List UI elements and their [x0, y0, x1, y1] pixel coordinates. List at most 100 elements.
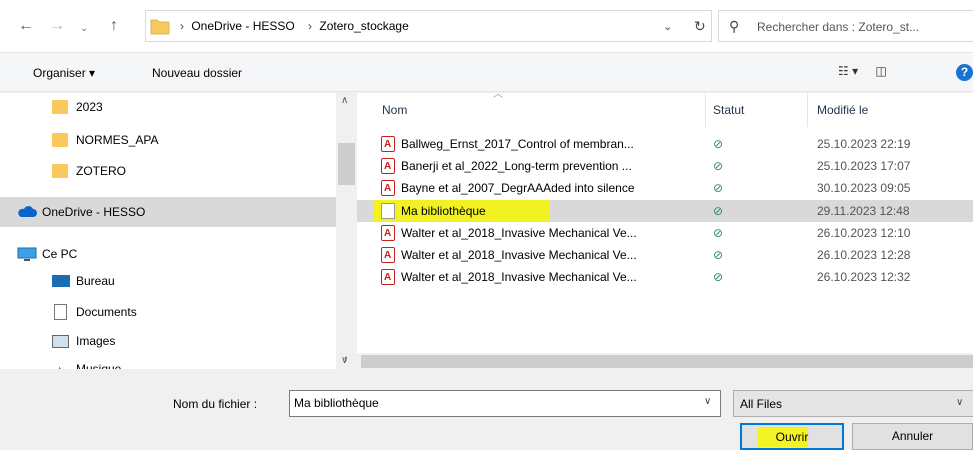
- file-name: Walter et al_2018_Invasive Mechanical Ve…: [401, 226, 637, 240]
- view-controls: ☷ ▾ ◫: [838, 64, 901, 78]
- pdf-icon: [381, 223, 395, 245]
- scrollbar-thumb[interactable]: [361, 355, 973, 368]
- open-button[interactable]: Ouvrir: [740, 423, 844, 450]
- command-bar: Organiser ▾ Nouveau dossier ☷ ▾ ◫ ?: [0, 52, 973, 92]
- open-button-label: Ouvrir: [775, 430, 809, 444]
- column-divider[interactable]: [705, 93, 706, 127]
- search-icon: ⚲: [729, 18, 740, 34]
- nav-item-label: 2023: [76, 100, 103, 114]
- file-modified: 26.10.2023 12:28: [817, 248, 911, 262]
- folder-icon: [52, 133, 68, 147]
- pdf-icon: [381, 178, 395, 200]
- chevron-down-icon[interactable]: ⌄: [663, 20, 672, 33]
- nav-item-musique[interactable]: ♪ Musique: [0, 355, 336, 369]
- file-name: Walter et al_2018_Invasive Mechanical Ve…: [401, 270, 637, 284]
- nav-item-label: ZOTERO: [76, 164, 126, 178]
- nav-item-label: Musique: [76, 362, 122, 369]
- music-icon: ♪: [56, 356, 63, 369]
- recent-dropdown-icon[interactable]: ⌄: [80, 19, 88, 39]
- file-row[interactable]: Walter et al_2018_Invasive Mechanical Ve…: [357, 222, 973, 245]
- column-header-modified[interactable]: Modifié le: [817, 93, 868, 127]
- refresh-icon[interactable]: ↻: [694, 18, 706, 35]
- file-type-value: All Files: [740, 397, 783, 411]
- chevron-down-icon: ∨: [956, 397, 964, 408]
- navigation-pane: 2023 NORMES_APA ZOTERO OneDrive - HESSO …: [0, 93, 357, 369]
- cancel-button[interactable]: Annuler: [852, 423, 973, 450]
- nav-item-label: OneDrive - HESSO: [42, 205, 146, 219]
- nav-item-images[interactable]: Images: [0, 327, 336, 355]
- file-modified: 25.10.2023 22:19: [817, 137, 911, 151]
- document-icon: [54, 304, 67, 320]
- address-bar[interactable]: › OneDrive - HESSO › Zotero_stockage ⌄ ↻: [145, 10, 712, 42]
- back-icon[interactable]: ←: [18, 16, 34, 36]
- pdf-icon: [381, 156, 395, 178]
- scroll-up-icon[interactable]: ∧: [341, 95, 348, 106]
- breadcrumb-item[interactable]: OneDrive - HESSO: [191, 19, 294, 33]
- sync-check-icon: ⊘: [713, 248, 724, 262]
- nav-item-label: Bureau: [76, 274, 115, 288]
- pdf-icon: [381, 134, 395, 156]
- nav-item-bureau[interactable]: Bureau: [0, 267, 336, 295]
- sort-arrow-icon: ︿: [493, 89, 503, 100]
- file-name: Walter et al_2018_Invasive Mechanical Ve…: [401, 248, 637, 262]
- file-modified: 26.10.2023 12:10: [817, 226, 911, 240]
- forward-icon[interactable]: →: [49, 16, 65, 36]
- nav-item-documents[interactable]: Documents: [0, 298, 336, 326]
- view-options-icon[interactable]: ☷ ▾: [838, 64, 858, 78]
- file-modified: 26.10.2023 12:32: [817, 270, 911, 284]
- organize-button[interactable]: Organiser ▾: [33, 66, 95, 80]
- filename-input[interactable]: [294, 396, 694, 410]
- help-icon[interactable]: ?: [956, 64, 973, 81]
- column-header-name[interactable]: Nom: [382, 93, 407, 127]
- computer-icon: [17, 247, 37, 261]
- folder-icon: [52, 100, 68, 114]
- file-list: ︿ Nom Statut Modifié le Ballweg_Ernst_20…: [357, 89, 973, 369]
- nav-scrollbar[interactable]: ∧ ∨: [336, 93, 357, 369]
- nav-item-ce-pc[interactable]: Ce PC: [0, 240, 336, 268]
- filename-combobox[interactable]: ∨: [289, 390, 721, 417]
- nav-item-label: Ce PC: [42, 247, 78, 261]
- nav-item-normes-apa[interactable]: NORMES_APA: [0, 126, 336, 154]
- file-row[interactable]: Walter et al_2018_Invasive Mechanical Ve…: [357, 266, 973, 289]
- file-type-select[interactable]: All Files ∨: [733, 390, 973, 417]
- sync-check-icon: ⊘: [713, 270, 724, 284]
- chevron-right-icon: ›: [180, 19, 184, 33]
- sync-check-icon: ⊘: [713, 181, 724, 195]
- sync-check-icon: ⊘: [713, 204, 724, 218]
- filename-label: Nom du fichier :: [173, 397, 258, 411]
- file-row-selected[interactable]: Ma bibliothèque ⊘ 29.11.2023 12:48: [357, 200, 973, 222]
- dialog-footer: Nom du fichier : ∨ All Files ∨ Ouvrir An…: [0, 370, 973, 450]
- file-modified: 25.10.2023 17:07: [817, 159, 911, 173]
- nav-item-onedrive[interactable]: OneDrive - HESSO: [0, 197, 336, 227]
- nav-item-zotero[interactable]: ZOTERO: [0, 157, 336, 185]
- search-input[interactable]: Rechercher dans : Zotero_st...: [757, 20, 919, 34]
- file-row[interactable]: Ballweg_Ernst_2017_Control of membran...…: [357, 133, 973, 156]
- pdf-icon: [381, 267, 395, 289]
- nav-item-2023[interactable]: 2023: [0, 93, 336, 121]
- image-icon: [52, 335, 69, 348]
- scroll-left-icon[interactable]: ‹: [344, 353, 347, 364]
- breadcrumb: › OneDrive - HESSO › Zotero_stockage: [174, 19, 413, 33]
- column-header-status[interactable]: Statut: [713, 93, 744, 127]
- sync-check-icon: ⊘: [713, 159, 724, 173]
- nav-item-label: NORMES_APA: [76, 133, 159, 147]
- file-row[interactable]: Banerji et al_2022_Long-term prevention …: [357, 155, 973, 178]
- file-modified: 30.10.2023 09:05: [817, 181, 911, 195]
- file-icon: [381, 203, 395, 219]
- address-row: ← → ⌄ ↑ › OneDrive - HESSO › Zotero_stoc…: [0, 0, 973, 52]
- chevron-down-icon[interactable]: ∨: [704, 396, 711, 407]
- up-icon[interactable]: ↑: [110, 16, 118, 36]
- file-row[interactable]: Bayne et al_2007_DegrAAAded into silence…: [357, 177, 973, 200]
- file-list-hscrollbar[interactable]: ‹: [344, 353, 973, 370]
- breadcrumb-item[interactable]: Zotero_stockage: [319, 19, 408, 33]
- new-folder-button[interactable]: Nouveau dossier: [152, 66, 242, 80]
- file-name: Banerji et al_2022_Long-term prevention …: [401, 159, 632, 173]
- file-row[interactable]: Walter et al_2018_Invasive Mechanical Ve…: [357, 244, 973, 267]
- search-box[interactable]: ⚲ Rechercher dans : Zotero_st...: [718, 10, 973, 42]
- scrollbar-thumb[interactable]: [338, 143, 355, 185]
- folder-icon: [52, 164, 68, 178]
- sync-check-icon: ⊘: [713, 137, 724, 151]
- file-name: Ballweg_Ernst_2017_Control of membran...: [401, 137, 634, 151]
- column-divider[interactable]: [807, 93, 808, 127]
- preview-pane-icon[interactable]: ◫: [875, 64, 886, 78]
